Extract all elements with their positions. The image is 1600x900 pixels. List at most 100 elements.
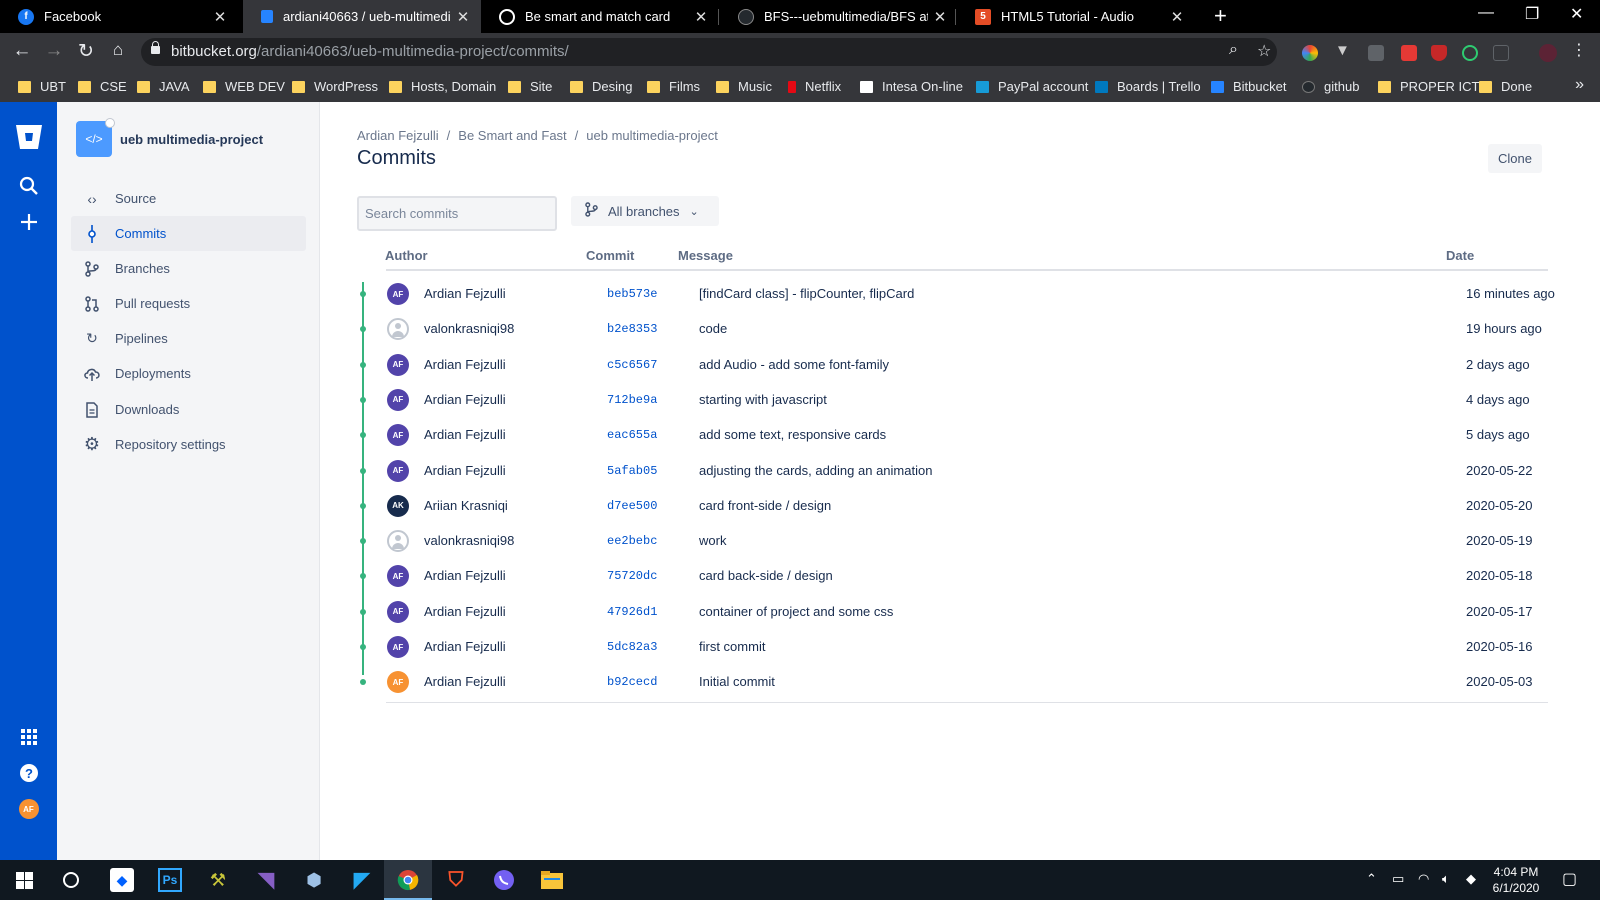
bookmark-folder[interactable]: Done [1479,71,1532,102]
search-icon[interactable] [0,176,57,196]
commit-hash-link[interactable]: 712be9a [607,393,657,407]
table-row[interactable]: AF Ardian Fejzulli beb573e [findCard class]… [357,276,1555,312]
table-row[interactable]: AF Ardian Fejzulli b92cecd Initial commit 20… [357,664,1548,700]
chrome-icon[interactable] [396,868,420,892]
forward-icon[interactable]: → [42,40,66,62]
commit-hash-link[interactable]: d7ee500 [607,499,657,513]
bookmark-netflix[interactable]: Netflix [788,71,841,102]
commit-message[interactable]: card back-side / design [699,568,833,583]
notifications-icon[interactable]: ▢ [1562,869,1577,889]
sidebar-item-commits[interactable]: Commits [71,216,306,251]
bookmark-github[interactable]: github [1302,71,1359,102]
system-clock[interactable]: 4:04 PM 6/1/2020 [1486,864,1546,896]
default-avatar-icon[interactable] [387,318,409,341]
breadcrumb-link[interactable]: Be Smart and Fast [458,128,566,143]
commit-message[interactable]: Initial commit [699,674,775,689]
dropbox-icon[interactable]: ◆ [110,868,134,892]
branch-filter-dropdown[interactable]: All branches ⌄ [571,196,719,226]
breadcrumb-link[interactable]: Ardian Fejzulli [357,128,439,143]
shield-extension-icon[interactable] [1431,45,1447,61]
create-icon[interactable] [0,212,57,232]
author-avatar[interactable]: AF [387,636,409,658]
brave-icon[interactable]: ⛉ [444,868,468,892]
close-window-icon[interactable]: ✕ [1570,4,1583,24]
commit-hash-link[interactable]: eac655a [607,428,657,442]
commit-hash-link[interactable]: 5dc82a3 [607,640,657,654]
bookmark-intesa[interactable]: Intesa On-line [860,71,963,102]
table-row[interactable]: AF Ardian Fejzulli 5afab05 adjusting the ca… [357,453,1548,489]
bookmark-folder[interactable]: WEB DEV [203,71,285,102]
new-tab-icon[interactable]: + [1214,3,1227,29]
commit-message[interactable]: work [699,533,726,548]
profile-avatar[interactable]: AF [0,799,57,819]
bookmark-folder[interactable]: PROPER ICT [1378,71,1479,102]
vue-extension-icon[interactable]: ▼ [1335,42,1351,59]
commit-message[interactable]: add some text, responsive cards [699,427,886,442]
profile-avatar-icon[interactable] [1539,44,1557,62]
close-tab-icon[interactable]: ✕ [1165,8,1189,26]
table-row[interactable]: AF Ardian Fejzulli 47926d1 container of pro… [357,594,1548,630]
photoshop-icon[interactable]: Ps [158,868,182,892]
bookmark-folder[interactable]: WordPress [292,71,378,102]
cortana-search-icon[interactable] [59,868,83,892]
bookmark-folder[interactable]: Music [716,71,772,102]
sidebar-item-deployments[interactable]: Deployments [71,356,306,391]
bitbucket-logo-icon[interactable] [0,124,57,150]
close-tab-icon[interactable]: ✕ [451,8,475,26]
table-row[interactable]: AF Ardian Fejzulli eac655a add some text, r… [357,417,1548,453]
table-row[interactable]: AK Ariian Krasniqi d7ee500 card front-side … [357,488,1548,524]
cube-app-icon[interactable]: ⬢ [302,868,326,892]
bookmark-folder[interactable]: Site [508,71,552,102]
author-avatar[interactable]: AF [387,283,409,305]
sidebar-item-repository-settings[interactable]: ⚙ Repository settings [71,427,306,462]
help-icon[interactable]: ? [0,763,57,783]
commit-hash-link[interactable]: ee2bebc [607,534,657,548]
breadcrumb-link[interactable]: ueb multimedia-project [586,128,718,143]
bookmarks-overflow-icon[interactable]: » [1575,76,1584,94]
commit-message[interactable]: [findCard class] - flipCounter, flipCard [699,286,914,301]
commit-hash-link[interactable]: 5afab05 [607,464,657,478]
commit-hash-link[interactable]: c5c6567 [607,358,657,372]
browser-tab-facebook[interactable]: f Facebook ✕ [0,0,238,33]
zoom-icon[interactable]: ⌕ [1229,41,1238,59]
author-avatar[interactable]: AF [387,600,409,623]
commit-message[interactable]: starting with javascript [699,392,827,407]
author-avatar[interactable]: AF [387,424,409,447]
bookmark-star-icon[interactable]: ☆ [1257,41,1271,61]
browser-tab-github[interactable]: BFS---uebmultimedia/BFS at mas ✕ [720,0,958,33]
bookmark-folder[interactable]: CSE [78,71,127,102]
volume-icon[interactable]: 🔈︎ [1442,871,1450,887]
extension-icon[interactable] [1368,45,1384,61]
repository-header[interactable]: </> ueb multimedia-project [76,118,263,157]
commit-message[interactable]: adjusting the cards, adding an animation [699,463,932,478]
sidebar-item-branches[interactable]: Branches [71,251,306,286]
windows-start-icon[interactable] [12,868,36,892]
close-tab-icon[interactable]: ✕ [208,8,232,26]
visual-studio-icon[interactable]: ◥ [254,867,278,892]
browser-tab-bitbucket[interactable]: ardiani40663 / ueb-multimedia-p ✕ [243,0,481,33]
sidebar-item-downloads[interactable]: Downloads [71,392,306,427]
default-avatar-icon[interactable] [387,530,409,553]
table-row[interactable]: valonkrasniqi98 ee2bebc work 2020-05-19 [357,523,1548,559]
tray-overflow-icon[interactable]: ⌃ [1366,871,1377,887]
color-picker-extension-icon[interactable] [1302,45,1318,61]
author-avatar[interactable]: AF [387,671,409,694]
sidebar-item-pull-requests[interactable]: Pull requests [71,286,306,321]
grammar-extension-icon[interactable] [1462,45,1478,61]
wifi-icon[interactable]: ◠ [1418,871,1429,887]
sidebar-item-pipelines[interactable]: ↻ Pipelines [71,321,306,356]
bookmark-paypal[interactable]: PayPal account [976,71,1088,102]
bookmark-folder[interactable]: Desing [570,71,632,102]
address-bar[interactable]: bitbucket.org/ardiani40663/ueb-multimedi… [141,38,1277,66]
author-avatar[interactable]: AF [387,565,409,588]
table-row[interactable]: valonkrasniqi98 b2e8353 code 19 hours ago [357,311,1548,347]
sidebar-item-source[interactable]: ‹› Source [71,181,306,216]
extension-icon[interactable] [1493,45,1509,61]
home-icon[interactable]: ⌂ [106,40,130,60]
author-avatar[interactable]: AF [387,353,409,376]
bookmark-folder[interactable]: JAVA [137,71,190,102]
bookmark-folder[interactable]: Films [647,71,700,102]
clone-button[interactable]: Clone [1488,144,1542,173]
tools-icon[interactable]: ⚒ [206,868,230,892]
author-avatar[interactable]: AK [387,494,409,517]
